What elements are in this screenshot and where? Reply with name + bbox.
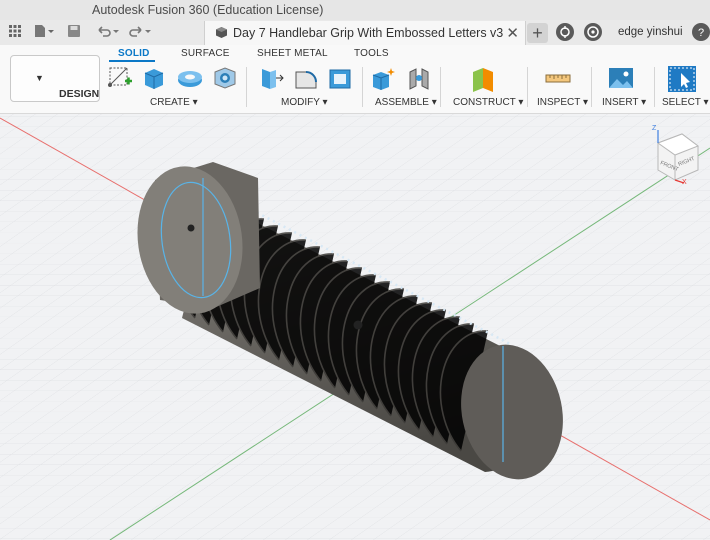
group-create-label: CREATE xyxy=(150,97,190,108)
toolbar-divider xyxy=(246,67,247,107)
svg-text:?: ? xyxy=(698,27,704,39)
toolbar-divider xyxy=(440,67,441,107)
notifications-icon[interactable] xyxy=(584,23,602,41)
toolbar-divider xyxy=(591,67,592,107)
file-menu-icon[interactable] xyxy=(33,24,57,40)
app-grid-icon[interactable] xyxy=(8,24,22,40)
app-title: Autodesk Fusion 360 (Education License) xyxy=(92,3,324,17)
hole-icon[interactable] xyxy=(212,64,238,92)
group-create[interactable]: CREATE ▾ xyxy=(150,97,198,108)
offset-plane-icon[interactable] xyxy=(470,64,496,92)
canvas-viewport[interactable]: FRONT RIGHT Z X xyxy=(0,114,710,540)
close-tab-icon[interactable]: ✕ xyxy=(506,24,519,42)
fillet-icon[interactable] xyxy=(293,64,319,92)
help-icon[interactable]: ? xyxy=(692,23,710,41)
redo-icon[interactable] xyxy=(128,24,154,40)
job-status-icon[interactable] xyxy=(556,23,574,41)
view-cube-z-label: Z xyxy=(652,125,657,132)
tab-tools[interactable]: TOOLS xyxy=(354,48,389,59)
chevron-down-icon: ▼ xyxy=(35,73,44,83)
toolbar-divider xyxy=(362,67,363,107)
tab-surface[interactable]: SURFACE xyxy=(181,48,230,59)
view-cube-x-label: X xyxy=(682,179,687,186)
group-construct-label: CONSTRUCT xyxy=(453,97,516,108)
user-name[interactable]: edge yinshui xyxy=(618,26,683,38)
group-insert[interactable]: INSERT ▾ xyxy=(602,97,646,108)
measure-icon[interactable] xyxy=(544,64,571,92)
group-inspect[interactable]: INSPECT ▾ xyxy=(537,97,588,108)
revolve-icon[interactable] xyxy=(175,64,202,92)
document-tab[interactable]: Day 7 Handlebar Grip With Embossed Lette… xyxy=(204,21,526,45)
group-insert-label: INSERT xyxy=(602,97,639,108)
shell-icon[interactable] xyxy=(327,64,353,92)
extrude-icon[interactable] xyxy=(141,64,167,92)
undo-icon[interactable] xyxy=(96,24,122,40)
select-icon[interactable] xyxy=(667,64,697,92)
joint-icon[interactable] xyxy=(406,64,432,92)
active-tab-underline xyxy=(109,60,155,62)
group-construct[interactable]: CONSTRUCT ▾ xyxy=(453,97,523,108)
workspace-switcher[interactable]: DESIGN ▼ xyxy=(10,55,100,102)
group-inspect-label: INSPECT xyxy=(537,97,581,108)
toolbar-divider xyxy=(527,67,528,107)
new-tab-button[interactable]: + xyxy=(527,23,548,43)
document-tab-label: Day 7 Handlebar Grip With Embossed Lette… xyxy=(233,26,504,40)
group-assemble[interactable]: ASSEMBLE ▾ xyxy=(375,97,437,108)
document-cube-icon xyxy=(215,26,228,42)
save-icon[interactable] xyxy=(67,24,81,40)
group-select[interactable]: SELECT ▾ xyxy=(662,97,709,108)
new-component-icon[interactable] xyxy=(370,64,396,92)
workspace-label: DESIGN xyxy=(59,88,100,100)
group-modify-label: MODIFY xyxy=(281,97,320,108)
press-pull-icon[interactable] xyxy=(257,64,284,92)
insert-image-icon[interactable] xyxy=(607,64,633,92)
model-canvas[interactable]: FRONT RIGHT Z X xyxy=(0,114,710,540)
tab-solid[interactable]: SOLID xyxy=(118,48,150,59)
group-select-label: SELECT xyxy=(662,97,701,108)
title-bar: Autodesk Fusion 360 (Education License) xyxy=(0,0,710,21)
group-assemble-label: ASSEMBLE xyxy=(375,97,429,108)
create-sketch-icon[interactable] xyxy=(107,64,133,92)
toolbar-divider xyxy=(654,67,655,107)
tab-sheet-metal[interactable]: SHEET METAL xyxy=(257,48,328,59)
group-modify[interactable]: MODIFY ▾ xyxy=(281,97,328,108)
